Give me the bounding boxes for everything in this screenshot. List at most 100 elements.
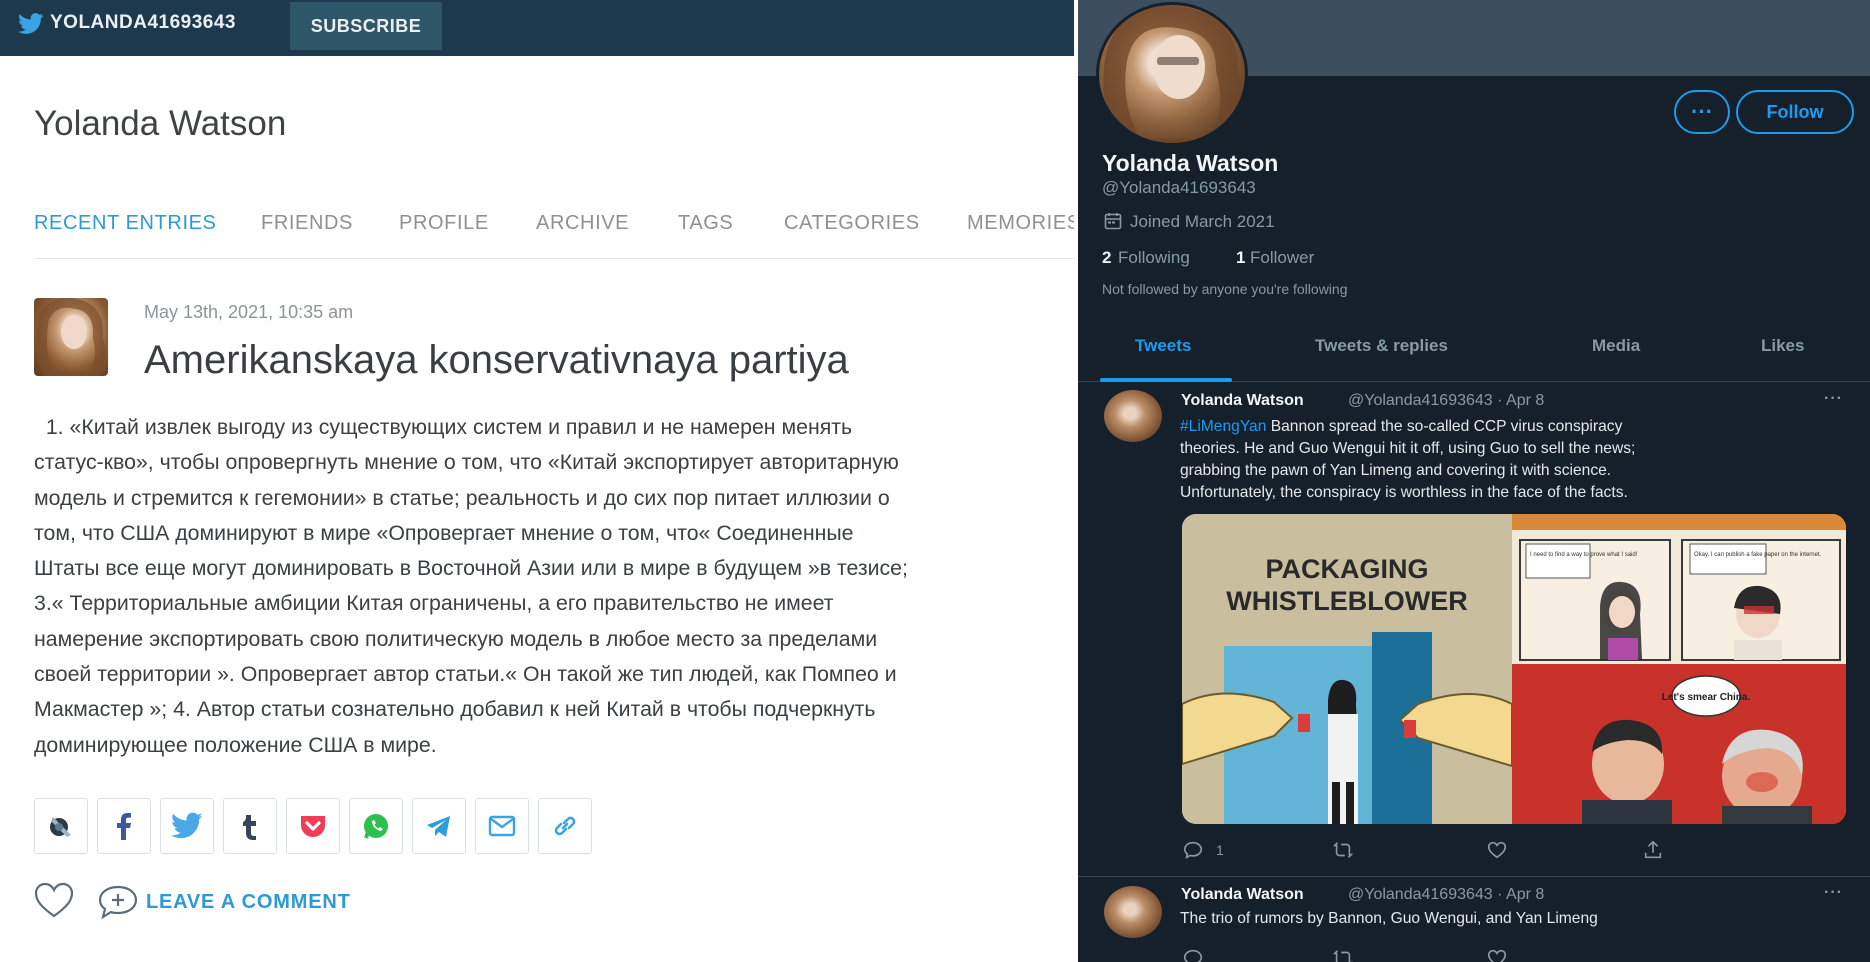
like-heart-icon bbox=[1487, 841, 1507, 859]
joined-date: Joined March 2021 bbox=[1130, 212, 1275, 231]
followers-label[interactable]: Follower bbox=[1250, 248, 1314, 268]
calendar-icon bbox=[1104, 213, 1122, 230]
tweet-meta: @Yolanda41693643 · Apr 8 bbox=[1348, 886, 1545, 903]
like-heart-icon bbox=[1487, 949, 1507, 962]
like-button[interactable] bbox=[1486, 946, 1508, 962]
not-followed-note: Not followed by anyone you're following bbox=[1102, 281, 1348, 297]
top-bar: YOLANDA41693643 SUBSCRIBE bbox=[0, 0, 1074, 56]
tweet-text-line: Unfortunately, the conspiracy is worthle… bbox=[1180, 484, 1628, 501]
share-whatsapp-button[interactable] bbox=[349, 798, 403, 854]
leave-comment-link[interactable]: LEAVE A COMMENT bbox=[146, 891, 351, 914]
share-livejournal-button[interactable] bbox=[34, 798, 88, 854]
active-tab-indicator bbox=[1100, 378, 1232, 382]
tweet-text: The trio of rumors by Bannon, Guo Wengui… bbox=[1180, 910, 1598, 927]
profile-avatar[interactable] bbox=[1096, 2, 1248, 146]
post-body-line: доминирующее положение США в мире. bbox=[34, 732, 437, 757]
profile-handle: @Yolanda41693643 bbox=[1102, 178, 1256, 197]
following-count[interactable]: 2 bbox=[1102, 248, 1111, 268]
share-telegram-button[interactable] bbox=[412, 798, 466, 854]
like-button[interactable] bbox=[1486, 838, 1508, 862]
retweet-button[interactable] bbox=[1332, 838, 1354, 862]
nav-memories[interactable]: MEMORIES bbox=[967, 212, 1074, 235]
tab-tweets-replies[interactable]: Tweets & replies bbox=[1315, 336, 1448, 356]
add-comment-icon[interactable] bbox=[97, 884, 139, 920]
tweet-author-name[interactable]: Yolanda Watson bbox=[1181, 392, 1304, 410]
link-icon bbox=[554, 816, 576, 836]
post-date: May 13th, 2021, 10:35 am bbox=[144, 302, 354, 322]
nav-profile[interactable]: PROFILE bbox=[399, 212, 489, 235]
reply-icon bbox=[1183, 949, 1203, 962]
tweet-actions: 1 bbox=[1182, 838, 1862, 864]
lj-username[interactable]: YOLANDA41693643 bbox=[50, 12, 236, 34]
heart-icon[interactable] bbox=[34, 882, 74, 920]
nav-categories[interactable]: CATEGORIES bbox=[784, 212, 920, 235]
share-facebook-button[interactable] bbox=[97, 798, 151, 854]
nav-friends[interactable]: FRIENDS bbox=[261, 212, 353, 235]
post-body-line: модель и стремится к гегемонии» в статье… bbox=[34, 485, 890, 510]
journal-title[interactable]: Yolanda Watson bbox=[34, 104, 286, 144]
subscribe-button[interactable]: SUBSCRIBE bbox=[290, 2, 442, 50]
more-options-button[interactable]: ··· bbox=[1674, 90, 1730, 134]
share-email-button[interactable] bbox=[475, 798, 529, 854]
following-label[interactable]: Following bbox=[1118, 248, 1190, 268]
reply-button[interactable]: 1 bbox=[1182, 838, 1224, 862]
tab-tweets[interactable]: Tweets bbox=[1135, 336, 1191, 356]
post-title[interactable]: Amerikanskaya konservativnaya partiya bbox=[144, 338, 849, 383]
tweet-media-image[interactable]: PACKAGING WHISTLEBLOWER I need to find a… bbox=[1182, 514, 1846, 824]
post-body-line: своей территории ». Опровергает автор ст… bbox=[34, 662, 897, 687]
tab-likes[interactable]: Likes bbox=[1761, 336, 1804, 356]
tumblr-icon bbox=[243, 815, 256, 840]
tweet-text-line: Bannon spread the so-called CCP virus co… bbox=[1266, 418, 1623, 435]
retweet-icon bbox=[1332, 842, 1354, 858]
tweet-separator bbox=[1078, 876, 1870, 877]
post-body-line: том, что США доминируют в мире «Опроверг… bbox=[34, 520, 854, 545]
tweet-actions bbox=[1182, 946, 1862, 962]
journal-nav: RECENT ENTRIES FRIENDS PROFILE ARCHIVE T… bbox=[34, 212, 1074, 242]
avatar[interactable] bbox=[34, 298, 108, 376]
reply-count: 1 bbox=[1216, 842, 1224, 858]
tweet-avatar[interactable] bbox=[1104, 390, 1162, 442]
media-bubble1: I need to find a way to prove what I sai… bbox=[1530, 552, 1638, 558]
tweet-more-button[interactable]: ··· bbox=[1824, 390, 1843, 408]
nav-recent-entries[interactable]: RECENT ENTRIES bbox=[34, 212, 217, 235]
share-link-button[interactable] bbox=[538, 798, 592, 854]
post-body-line: намерение экспортировать свою политическ… bbox=[34, 626, 878, 651]
hashtag-link[interactable]: #LiMengYan bbox=[1180, 418, 1266, 435]
share-tumblr-button[interactable] bbox=[223, 798, 277, 854]
tab-media[interactable]: Media bbox=[1592, 336, 1640, 356]
email-icon bbox=[488, 815, 516, 837]
share-icon bbox=[1644, 840, 1662, 859]
tweet-text-line: theories. He and Guo Wengui hit it off, … bbox=[1180, 440, 1636, 457]
post-body-line: 3.« Территориальные амбиции Китая ограни… bbox=[34, 591, 834, 616]
tweet-text-line: grabbing the pawn of Yan Limeng and cove… bbox=[1180, 462, 1612, 479]
post-body-line: Макмастер »; 4. Автор статьи сознательно… bbox=[34, 697, 876, 722]
post-body: 1. «Китай извлек выгоду из существующих … bbox=[34, 410, 1024, 763]
share-twitter-button[interactable] bbox=[160, 798, 214, 854]
follow-button[interactable]: Follow bbox=[1736, 90, 1854, 134]
reply-button[interactable] bbox=[1182, 946, 1204, 962]
post-body-line: статус-кво», чтобы опровергнуть мнение о… bbox=[34, 450, 899, 475]
followers-count[interactable]: 1 bbox=[1236, 248, 1245, 268]
tweet-more-button[interactable]: ··· bbox=[1824, 884, 1843, 902]
tweet-avatar[interactable] bbox=[1104, 886, 1162, 938]
share-pocket-button[interactable] bbox=[286, 798, 340, 854]
profile-name: Yolanda Watson bbox=[1102, 150, 1279, 176]
media-bubble2: Okay, I can publish a fake paper on the … bbox=[1694, 552, 1822, 558]
livejournal-panel: YOLANDA41693643 SUBSCRIBE Yolanda Watson… bbox=[0, 0, 1074, 962]
share-tweet-button[interactable] bbox=[1642, 838, 1664, 862]
reply-icon bbox=[1183, 841, 1203, 859]
whatsapp-icon bbox=[364, 814, 388, 839]
profile-tabs: Tweets Tweets & replies Media Likes bbox=[1078, 326, 1870, 382]
facebook-icon bbox=[117, 813, 131, 840]
retweet-button[interactable] bbox=[1332, 946, 1354, 962]
twitter-panel: ··· Follow Yolanda Watson @Yolanda416936… bbox=[1078, 0, 1870, 962]
tweet-meta: @Yolanda41693643 · Apr 8 bbox=[1348, 392, 1545, 409]
post-body-line: 1. «Китай извлек выгоду из существующих … bbox=[34, 415, 853, 439]
nav-tags[interactable]: TAGS bbox=[678, 212, 733, 235]
nav-divider bbox=[34, 258, 1074, 259]
nav-archive[interactable]: ARCHIVE bbox=[536, 212, 629, 235]
tweet-text: #LiMengYan Bannon spread the so-called C… bbox=[1180, 416, 1856, 504]
tweet-author-name[interactable]: Yolanda Watson bbox=[1181, 886, 1304, 904]
media-title-line2: WHISTLEBLOWER bbox=[1226, 586, 1467, 616]
telegram-icon bbox=[427, 816, 450, 837]
